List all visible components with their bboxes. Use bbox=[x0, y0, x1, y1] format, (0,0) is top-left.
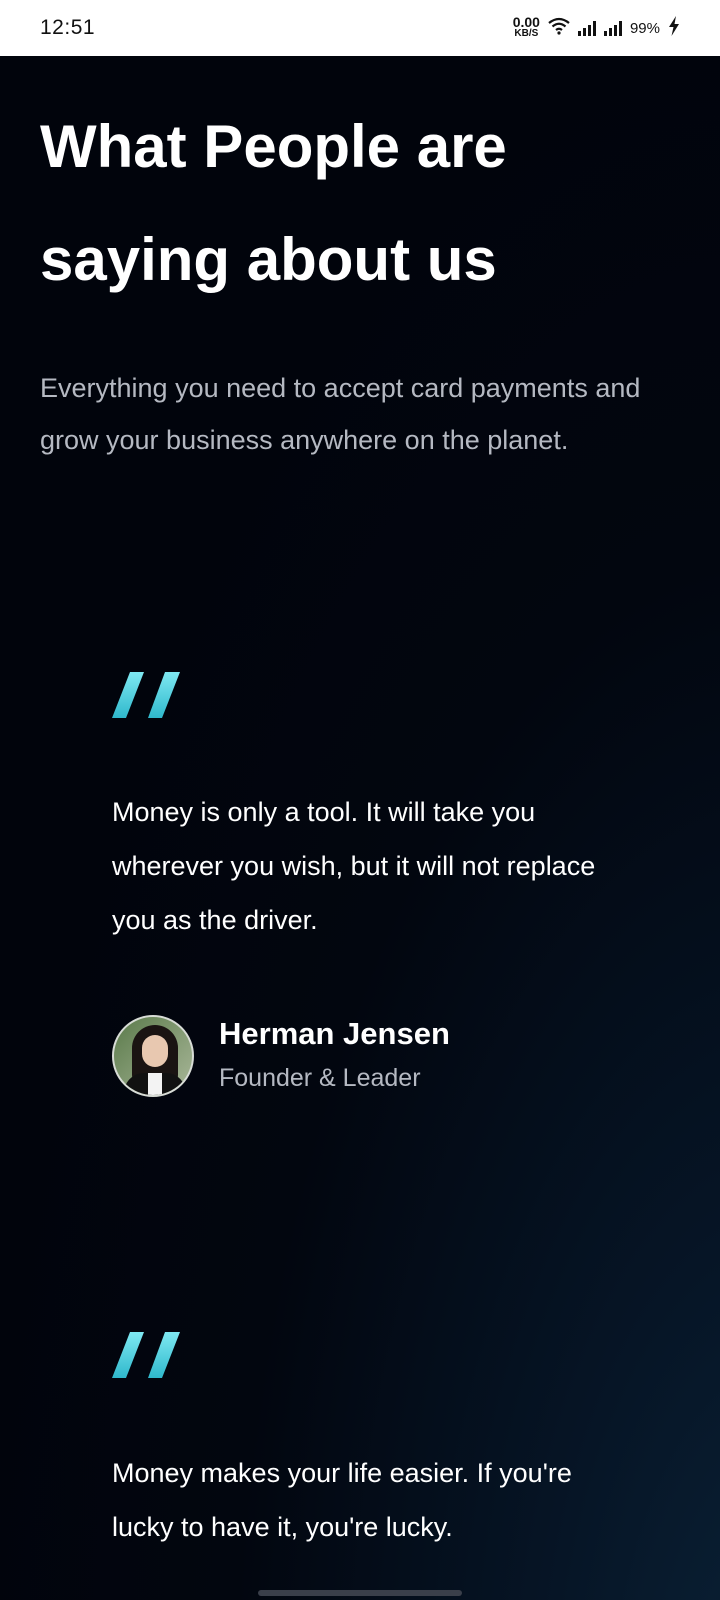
net-speed-value: 0.00 bbox=[512, 14, 540, 30]
author-name: Herman Jensen bbox=[219, 1016, 450, 1051]
charging-icon bbox=[668, 15, 680, 41]
home-indicator[interactable] bbox=[258, 1590, 462, 1596]
status-icons: 0.00 KB/S 99% bbox=[512, 14, 680, 41]
net-speed: 0.00 KB/S bbox=[512, 14, 540, 39]
quote-icon bbox=[112, 672, 202, 720]
author-role: Founder & Leader bbox=[219, 1064, 421, 1092]
net-speed-unit: KB/S bbox=[514, 28, 539, 39]
page-subtitle: Everything you need to accept card payme… bbox=[40, 373, 641, 455]
wifi-icon bbox=[548, 17, 570, 39]
testimonial-quote: Money makes your life easier. If you're … bbox=[112, 1458, 572, 1542]
signal-icon bbox=[603, 20, 622, 36]
testimonials-section: What People are saying about us Everythi… bbox=[0, 56, 720, 1600]
testimonial-quote: Money is only a tool. It will take you w… bbox=[112, 797, 596, 935]
signal-icon bbox=[577, 20, 596, 36]
status-time: 12:51 bbox=[40, 16, 96, 39]
author-info: Herman Jensen Founder & Leader bbox=[219, 1014, 450, 1098]
avatar bbox=[112, 1015, 194, 1097]
testimonial-author: Herman Jensen Founder & Leader bbox=[112, 1014, 450, 1098]
page-title: What People are saying about us bbox=[40, 113, 507, 293]
quote-icon bbox=[112, 1332, 202, 1380]
battery-level: 99% bbox=[629, 19, 660, 37]
status-bar: 12:51 0.00 KB/S 99% bbox=[0, 0, 720, 56]
